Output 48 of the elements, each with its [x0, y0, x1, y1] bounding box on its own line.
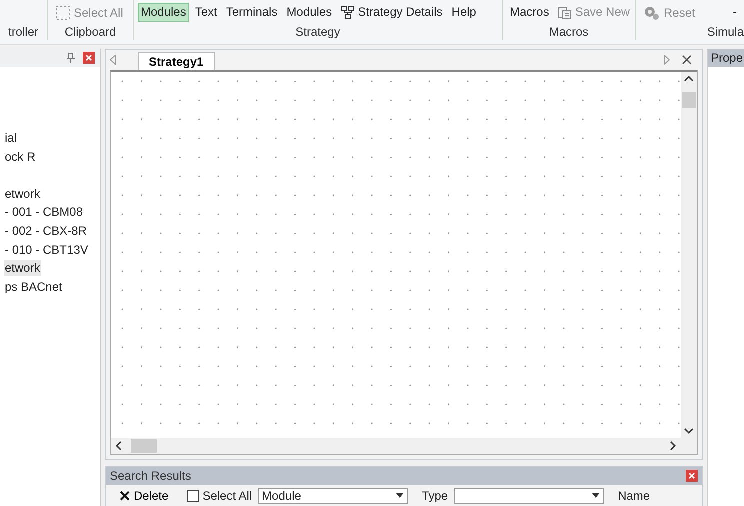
panel-title: Search Results [110, 469, 192, 484]
ribbon-button[interactable]: Strategy Details [338, 3, 446, 22]
delete-button[interactable]: Delete [116, 488, 173, 503]
type-dropdown[interactable] [454, 488, 604, 504]
ribbon-button[interactable]: Modules [284, 3, 336, 22]
panel-title: Prope [711, 51, 744, 65]
tree-item[interactable]: ock R [4, 148, 37, 165]
tree-item[interactable]: etwork [4, 186, 42, 202]
ribbon-group-label: Macros [548, 24, 590, 39]
tree-item[interactable]: ial [4, 130, 18, 146]
scroll-left-icon[interactable] [115, 441, 123, 452]
dropdown-arrow-icon [592, 493, 600, 498]
close-icon[interactable] [83, 52, 95, 64]
select-all-icon [55, 5, 71, 21]
ribbon-button[interactable]: Text [192, 3, 220, 22]
scroll-right-icon[interactable] [669, 441, 677, 452]
gear-icon [643, 5, 661, 21]
scrollbar-thumb[interactable] [131, 439, 157, 454]
scrollbar-thumb[interactable] [682, 92, 696, 108]
pin-icon[interactable] [67, 53, 75, 63]
delete-icon [120, 490, 130, 501]
close-icon[interactable] [682, 55, 692, 65]
scroll-up-icon[interactable] [684, 75, 694, 83]
tree-item[interactable]: - 001 - CBM08 [4, 204, 84, 220]
tree-item[interactable]: ps BACnet [4, 278, 64, 295]
ribbon-group-label: Simula [706, 24, 744, 39]
name-label: Name [618, 488, 650, 503]
document-tab[interactable]: Strategy1 [138, 52, 215, 71]
dropdown-arrow-icon [396, 493, 404, 498]
ribbon-button[interactable]: Macros [507, 3, 552, 22]
checkbox[interactable] [186, 490, 199, 502]
type-label: Type [422, 488, 448, 503]
ribbon-group-label: Clipboard [64, 24, 118, 39]
hierarchy-icon [341, 6, 356, 20]
checkbox-label: Select All [202, 488, 252, 503]
close-icon[interactable] [686, 470, 698, 482]
tree-item[interactable]: - 010 - CBT13V [4, 242, 90, 258]
ribbon-button[interactable]: Modules [138, 3, 190, 22]
module-dropdown[interactable]: Module [258, 488, 408, 504]
ribbon-button[interactable]: - [730, 3, 740, 22]
tree-item[interactable]: etwork [4, 260, 42, 276]
ribbon-group-label: troller [7, 24, 40, 39]
ribbon-group-label: Strategy [294, 24, 342, 39]
clipboard-icon [558, 6, 572, 20]
ribbon-button[interactable]: Help [448, 3, 480, 22]
ribbon-button[interactable]: Terminals [223, 3, 281, 22]
scroll-down-icon[interactable] [684, 427, 694, 436]
tree-item[interactable]: - 002 - CBX-8R [4, 222, 88, 239]
